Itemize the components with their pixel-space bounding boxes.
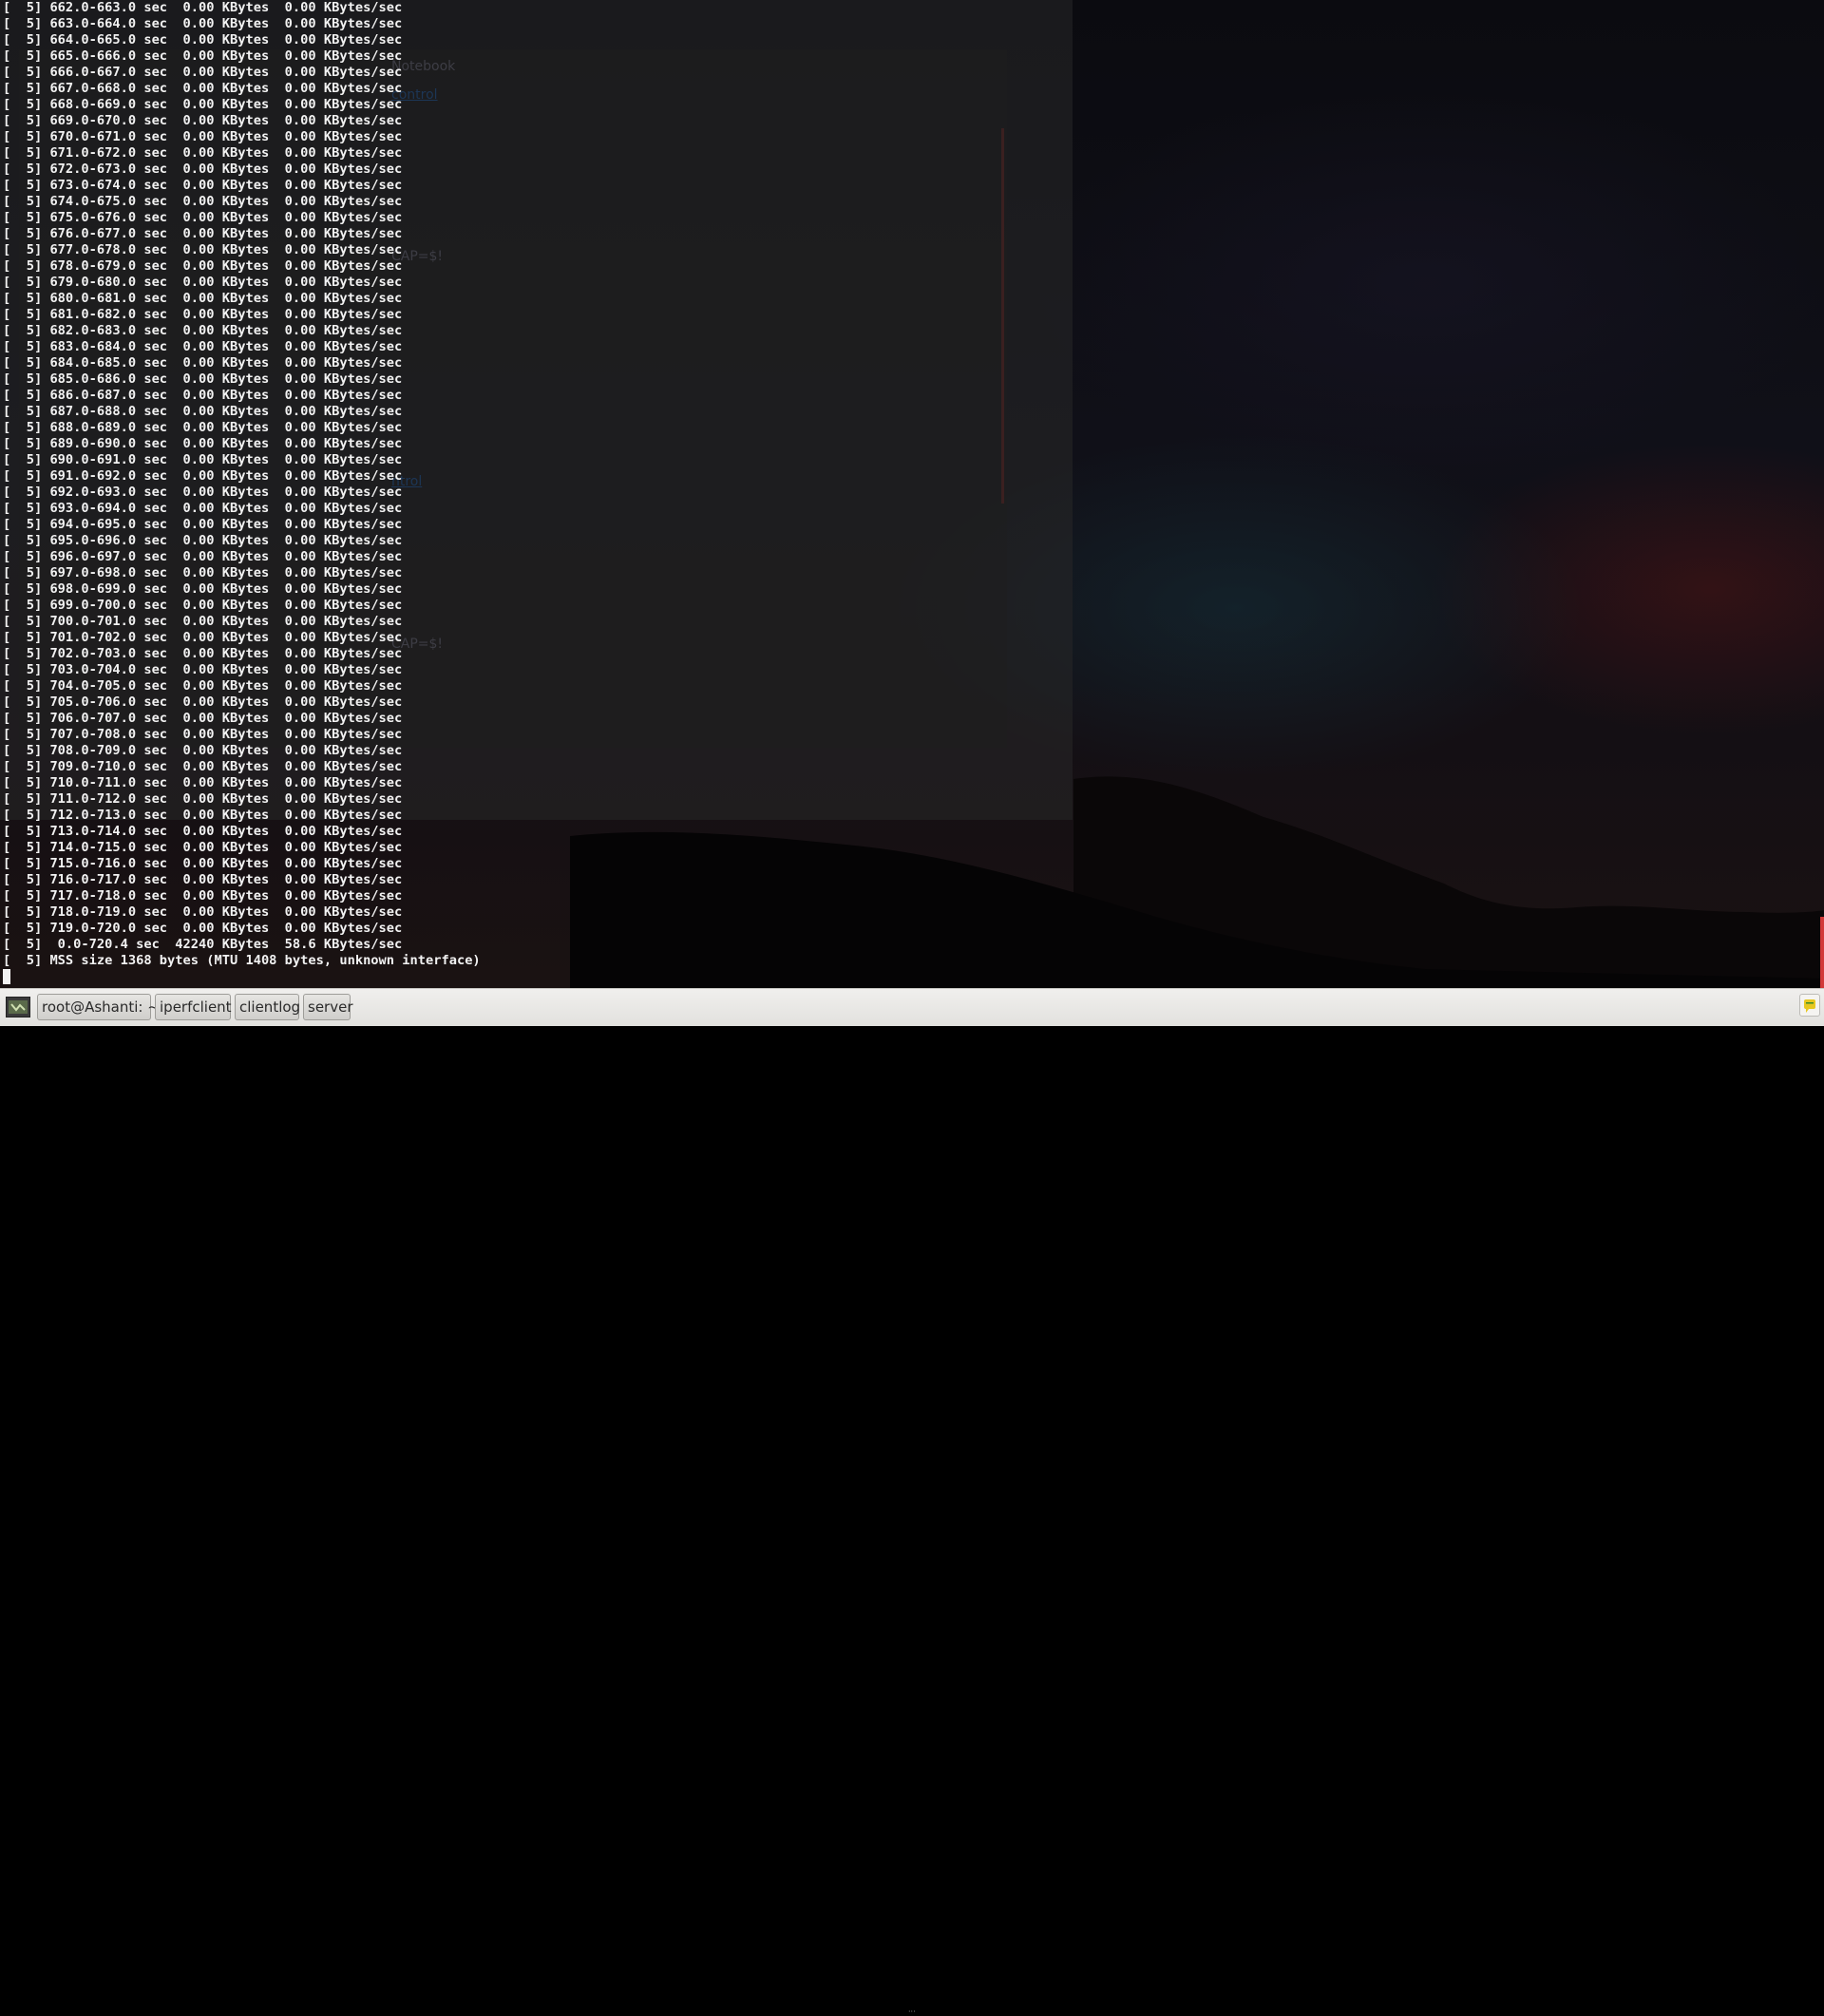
- terminal-line: [ 5] 702.0-703.0 sec 0.00 KBytes 0.00 KB…: [3, 646, 403, 661]
- terminal-line: [ 5] 683.0-684.0 sec 0.00 KBytes 0.00 KB…: [3, 339, 403, 354]
- terminal-line: [ 5] 687.0-688.0 sec 0.00 KBytes 0.00 KB…: [3, 404, 403, 419]
- taskbar-button-server[interactable]: server: [303, 994, 352, 1020]
- terminal-line: [ 5] 718.0-719.0 sec 0.00 KBytes 0.00 KB…: [3, 904, 403, 920]
- terminal-line: [ 5] 670.0-671.0 sec 0.00 KBytes 0.00 KB…: [3, 129, 403, 144]
- terminal-line: [ 5] 703.0-704.0 sec 0.00 KBytes 0.00 KB…: [3, 662, 403, 677]
- terminal-line: [ 5] 704.0-705.0 sec 0.00 KBytes 0.00 KB…: [3, 678, 403, 694]
- terminal-line: [ 5] 669.0-670.0 sec 0.00 KBytes 0.00 KB…: [3, 113, 403, 128]
- terminal-line: [ 5] 696.0-697.0 sec 0.00 KBytes 0.00 KB…: [3, 549, 403, 564]
- window-edge-accent: [1820, 917, 1824, 988]
- terminal-line: [ 5] 699.0-700.0 sec 0.00 KBytes 0.00 KB…: [3, 598, 403, 613]
- terminal-line: [ 5] 688.0-689.0 sec 0.00 KBytes 0.00 KB…: [3, 420, 403, 435]
- terminal-line: [ 5] 662.0-663.0 sec 0.00 KBytes 0.00 KB…: [3, 0, 403, 15]
- terminal-prompt-line[interactable]: [3, 969, 1824, 985]
- notification-icon: [1804, 999, 1815, 1013]
- terminal-line: [ 5] 695.0-696.0 sec 0.00 KBytes 0.00 KB…: [3, 533, 403, 548]
- terminal-line: [ 5] 706.0-707.0 sec 0.00 KBytes 0.00 KB…: [3, 711, 403, 726]
- terminal-line: [ 5] 712.0-713.0 sec 0.00 KBytes 0.00 KB…: [3, 808, 403, 823]
- terminal-line: [ 5] MSS size 1368 bytes (MTU 1408 bytes…: [3, 953, 481, 968]
- terminal-line: [ 5] 681.0-682.0 sec 0.00 KBytes 0.00 KB…: [3, 307, 403, 322]
- terminal-line: [ 5] 677.0-678.0 sec 0.00 KBytes 0.00 KB…: [3, 242, 403, 257]
- terminal-line: [ 5] 709.0-710.0 sec 0.00 KBytes 0.00 KB…: [3, 759, 403, 774]
- terminal-line: [ 5] 679.0-680.0 sec 0.00 KBytes 0.00 KB…: [3, 275, 403, 290]
- terminal-line: [ 5] 666.0-667.0 sec 0.00 KBytes 0.00 KB…: [3, 65, 403, 80]
- panel-grip: ···: [908, 2007, 916, 2016]
- terminal-line: [ 5] 674.0-675.0 sec 0.00 KBytes 0.00 KB…: [3, 194, 403, 209]
- show-desktop-icon: [9, 1000, 28, 1014]
- taskbar-button-iperfclient[interactable]: iperfclient: [155, 994, 232, 1020]
- terminal-line: [ 5] 676.0-677.0 sec 0.00 KBytes 0.00 KB…: [3, 226, 403, 241]
- terminal-line: [ 5] 692.0-693.0 sec 0.00 KBytes 0.00 KB…: [3, 485, 403, 500]
- taskbar-button-terminal[interactable]: root@Ashanti: ~: [37, 994, 160, 1020]
- terminal-line: [ 5] 710.0-711.0 sec 0.00 KBytes 0.00 KB…: [3, 775, 403, 790]
- terminal-line: [ 5] 705.0-706.0 sec 0.00 KBytes 0.00 KB…: [3, 694, 403, 710]
- terminal-line: [ 5] 697.0-698.0 sec 0.00 KBytes 0.00 KB…: [3, 565, 403, 580]
- terminal-line: [ 5] 713.0-714.0 sec 0.00 KBytes 0.00 KB…: [3, 824, 403, 839]
- notification-button[interactable]: [1799, 994, 1820, 1017]
- taskbar: root@Ashanti: ~ iperfclient clientlog se…: [0, 988, 1824, 2016]
- terminal-line: [ 5] 680.0-681.0 sec 0.00 KBytes 0.00 KB…: [3, 291, 403, 306]
- terminal-line: [ 5] 685.0-686.0 sec 0.00 KBytes 0.00 KB…: [3, 371, 403, 387]
- terminal-cursor: [3, 969, 10, 984]
- terminal-line: [ 5] 682.0-683.0 sec 0.00 KBytes 0.00 KB…: [3, 323, 403, 338]
- terminal-line: [ 5] 694.0-695.0 sec 0.00 KBytes 0.00 KB…: [3, 517, 403, 532]
- terminal-line: [ 5] 684.0-685.0 sec 0.00 KBytes 0.00 KB…: [3, 355, 403, 371]
- terminal-line: [ 5] 671.0-672.0 sec 0.00 KBytes 0.00 KB…: [3, 145, 403, 161]
- terminal-line: [ 5] 698.0-699.0 sec 0.00 KBytes 0.00 KB…: [3, 581, 403, 597]
- terminal-line: [ 5] 667.0-668.0 sec 0.00 KBytes 0.00 KB…: [3, 81, 403, 96]
- terminal-line: [ 5] 675.0-676.0 sec 0.00 KBytes 0.00 KB…: [3, 210, 403, 225]
- terminal-output[interactable]: [ 5] 662.0-663.0 sec 0.00 KBytes 0.00 KB…: [0, 0, 1824, 988]
- terminal-line: [ 5] 693.0-694.0 sec 0.00 KBytes 0.00 KB…: [3, 501, 403, 516]
- terminal-line: [ 5] 663.0-664.0 sec 0.00 KBytes 0.00 KB…: [3, 16, 403, 31]
- show-desktop-button[interactable]: [6, 997, 30, 1018]
- terminal-line: [ 5] 691.0-692.0 sec 0.00 KBytes 0.00 KB…: [3, 468, 403, 484]
- terminal-line: [ 5] 700.0-701.0 sec 0.00 KBytes 0.00 KB…: [3, 614, 403, 629]
- terminal-line: [ 5] 689.0-690.0 sec 0.00 KBytes 0.00 KB…: [3, 436, 403, 451]
- terminal-line: [ 5] 707.0-708.0 sec 0.00 KBytes 0.00 KB…: [3, 727, 403, 742]
- terminal-line: [ 5] 716.0-717.0 sec 0.00 KBytes 0.00 KB…: [3, 872, 403, 887]
- terminal-line: [ 5] 701.0-702.0 sec 0.00 KBytes 0.00 KB…: [3, 630, 403, 645]
- terminal-line: [ 5] 665.0-666.0 sec 0.00 KBytes 0.00 KB…: [3, 48, 403, 64]
- terminal-line: [ 5] 678.0-679.0 sec 0.00 KBytes 0.00 KB…: [3, 258, 403, 274]
- terminal-line: [ 5] 664.0-665.0 sec 0.00 KBytes 0.00 KB…: [3, 32, 403, 48]
- terminal-line: [ 5] 711.0-712.0 sec 0.00 KBytes 0.00 KB…: [3, 791, 403, 807]
- terminal-line: [ 5] 717.0-718.0 sec 0.00 KBytes 0.00 KB…: [3, 888, 403, 903]
- terminal-line: [ 5] 714.0-715.0 sec 0.00 KBytes 0.00 KB…: [3, 840, 403, 855]
- terminal-line: [ 5] 686.0-687.0 sec 0.00 KBytes 0.00 KB…: [3, 388, 403, 403]
- terminal-line: [ 5] 708.0-709.0 sec 0.00 KBytes 0.00 KB…: [3, 743, 403, 758]
- terminal-line: [ 5] 668.0-669.0 sec 0.00 KBytes 0.00 KB…: [3, 97, 403, 112]
- terminal-line: [ 5] 673.0-674.0 sec 0.00 KBytes 0.00 KB…: [3, 178, 403, 193]
- terminal-line: [ 5] 0.0-720.4 sec 42240 KBytes 58.6 KBy…: [3, 937, 403, 952]
- terminal-line: [ 5] 672.0-673.0 sec 0.00 KBytes 0.00 KB…: [3, 162, 403, 177]
- taskbar-button-clientlog[interactable]: clientlog: [235, 994, 300, 1020]
- terminal-line: [ 5] 690.0-691.0 sec 0.00 KBytes 0.00 KB…: [3, 452, 403, 467]
- terminal-line: [ 5] 715.0-716.0 sec 0.00 KBytes 0.00 KB…: [3, 856, 403, 871]
- terminal-line: [ 5] 719.0-720.0 sec 0.00 KBytes 0.00 KB…: [3, 921, 403, 936]
